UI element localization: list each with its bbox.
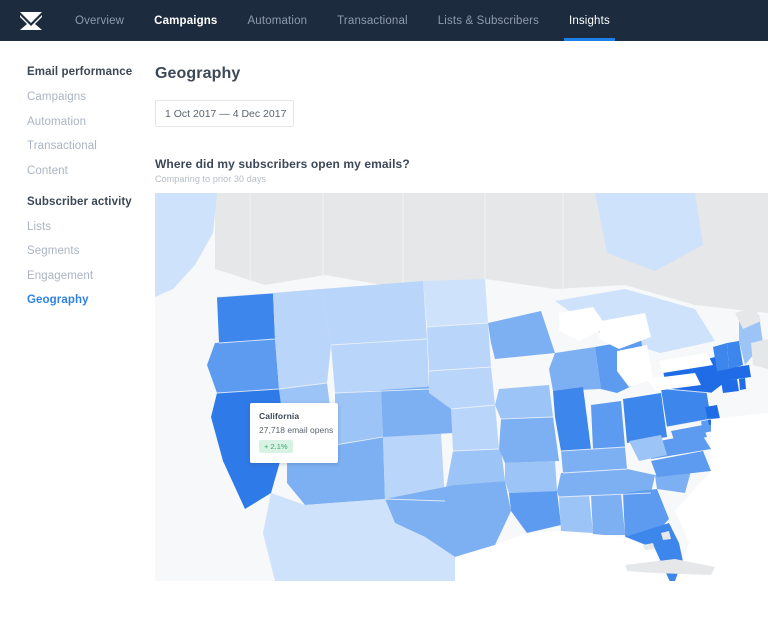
map-region-utah[interactable] — [335, 390, 383, 445]
map-region-alabama[interactable] — [591, 493, 625, 535]
map-svg — [155, 193, 768, 581]
date-range-picker[interactable]: 1 Oct 2017 — 4 Dec 2017 — [155, 100, 294, 127]
sidebar-item-lists[interactable]: Lists — [0, 221, 155, 233]
page-title: Geography — [155, 65, 768, 83]
main-content: Geography 1 Oct 2017 — 4 Dec 2017 Where … — [155, 41, 768, 623]
section-subtitle: Comparing to prior 30 days — [155, 174, 768, 184]
map-region-oregon[interactable] — [207, 339, 279, 393]
map-tooltip: California 27,718 email opens + 2.1% — [250, 403, 338, 463]
map-region-wisconsin[interactable] — [549, 347, 601, 391]
map-region-iowa[interactable] — [495, 385, 553, 419]
section-question: Where did my subscribers open my emails? — [155, 157, 768, 171]
nav-item-insights[interactable]: Insights — [554, 0, 625, 41]
map-region-nova-scotia — [751, 339, 768, 369]
map-region-indiana[interactable] — [591, 401, 625, 449]
sidebar-item-content[interactable]: Content — [0, 165, 155, 177]
sidebar-group-title-email-performance: Email performance — [0, 66, 155, 78]
nav-item-transactional[interactable]: Transactional — [322, 0, 423, 41]
map-region-missouri[interactable] — [499, 417, 559, 463]
nav-item-label: Insights — [569, 15, 610, 27]
nav-items: Overview Campaigns Automation Transactio… — [60, 0, 625, 41]
sidebar-item-transactional[interactable]: Transactional — [0, 140, 155, 152]
nav-item-overview[interactable]: Overview — [60, 0, 139, 41]
nav-item-lists-subscribers[interactable]: Lists & Subscribers — [423, 0, 554, 41]
nav-item-label: Overview — [75, 15, 124, 27]
sidebar: Email performance Campaigns Automation T… — [0, 41, 155, 623]
map-region-kansas[interactable] — [451, 405, 499, 451]
map-region-idaho[interactable] — [273, 289, 331, 389]
map-region-arkansas[interactable] — [505, 461, 557, 493]
top-navigation-bar: Overview Campaigns Automation Transactio… — [0, 0, 768, 41]
sidebar-item-segments[interactable]: Segments — [0, 245, 155, 257]
map-region-wyoming[interactable] — [331, 339, 429, 393]
map-region-kentucky[interactable] — [561, 447, 627, 473]
map-region-washington[interactable] — [217, 293, 275, 343]
sidebar-item-campaigns[interactable]: Campaigns — [0, 91, 155, 103]
sidebar-item-automation[interactable]: Automation — [0, 116, 155, 128]
map-region-north-dakota[interactable] — [423, 279, 488, 327]
tooltip-value: 27,718 email opens — [259, 425, 329, 435]
nav-item-label: Campaigns — [154, 15, 217, 27]
tooltip-region-name: California — [259, 411, 329, 421]
sidebar-item-geography[interactable]: Geography — [0, 294, 155, 306]
map-region-rhode-island[interactable] — [739, 378, 746, 390]
sidebar-group-title-subscriber-activity: Subscriber activity — [0, 196, 155, 208]
sidebar-item-engagement[interactable]: Engagement — [0, 270, 155, 282]
map-region-mississippi[interactable] — [559, 495, 593, 533]
nav-item-label: Transactional — [337, 15, 408, 27]
map-region-south-dakota[interactable] — [427, 323, 491, 371]
nav-item-label: Lists & Subscribers — [438, 15, 539, 27]
map-region-montana[interactable] — [321, 281, 427, 345]
geography-choropleth-map[interactable]: California 27,718 email opens + 2.1% — [155, 193, 768, 581]
date-range-value: 1 Oct 2017 — 4 Dec 2017 — [165, 108, 286, 120]
map-region-connecticut[interactable] — [721, 379, 739, 393]
envelope-logo-icon[interactable] — [20, 12, 42, 30]
nav-item-automation[interactable]: Automation — [232, 0, 322, 41]
nav-item-campaigns[interactable]: Campaigns — [139, 0, 232, 41]
tooltip-change-badge: + 2.1% — [259, 440, 293, 453]
nav-item-label: Automation — [247, 15, 307, 27]
